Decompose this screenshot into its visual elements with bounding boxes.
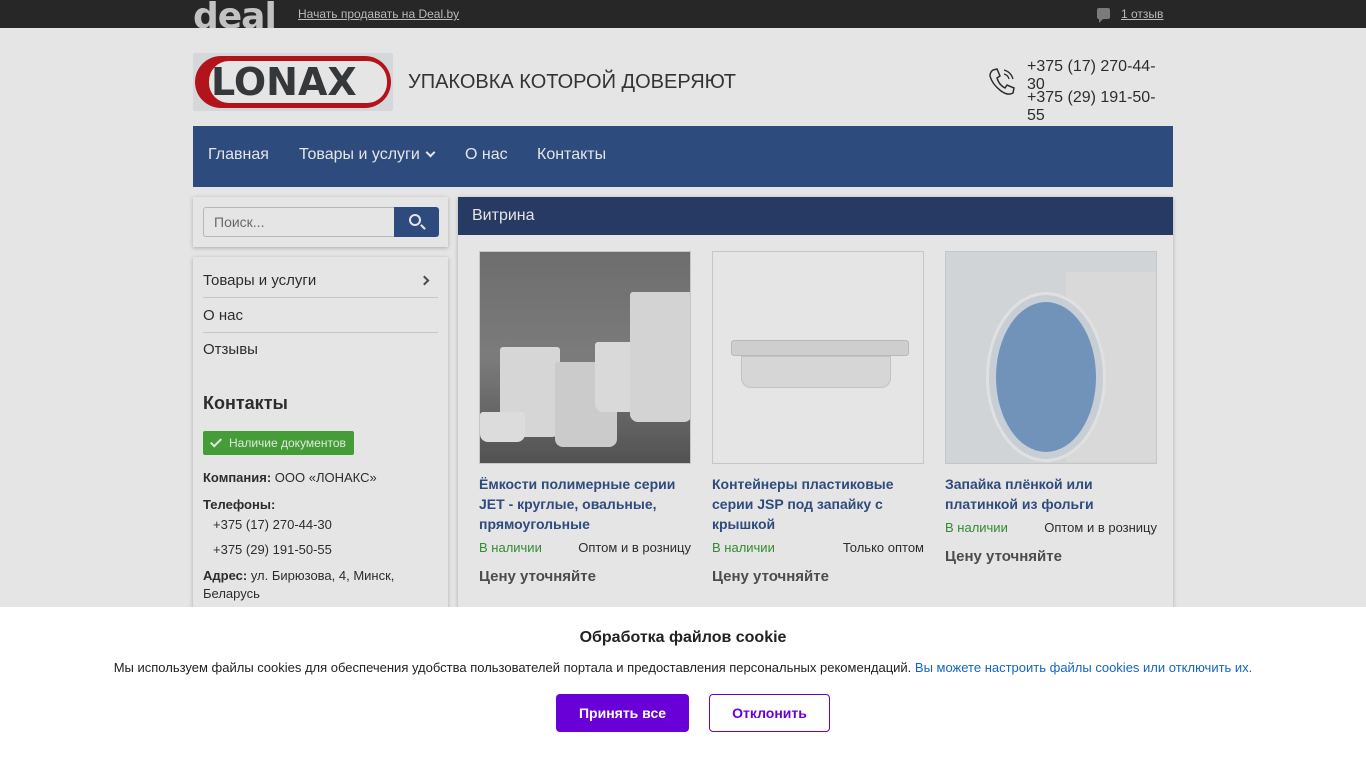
cookie-text: Мы используем файлы cookies для обеспече… bbox=[0, 660, 1366, 675]
cookie-settings-link[interactable]: Вы можете настроить файлы cookies или от… bbox=[915, 660, 1252, 675]
cookie-description: Мы используем файлы cookies для обеспече… bbox=[113, 660, 912, 675]
cookie-banner: Обработка файлов cookie Мы используем фа… bbox=[0, 607, 1366, 768]
cookie-title: Обработка файлов cookie bbox=[579, 629, 787, 646]
decline-button[interactable]: Отклонить bbox=[709, 694, 830, 732]
accept-all-button[interactable]: Принять все bbox=[556, 694, 689, 732]
